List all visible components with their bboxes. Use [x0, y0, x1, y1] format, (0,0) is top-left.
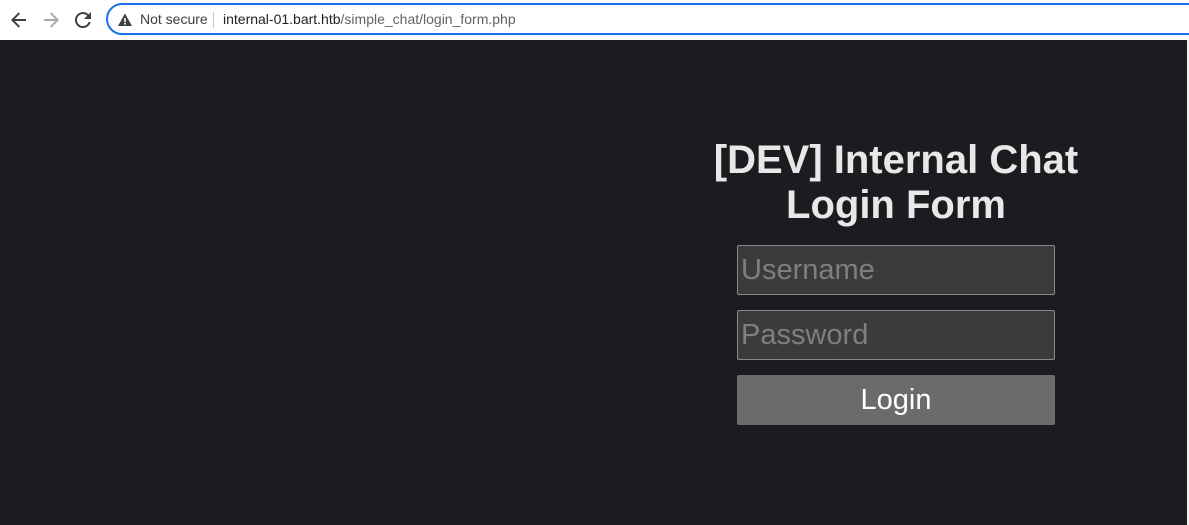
back-button[interactable] [5, 6, 33, 34]
browser-toolbar: Not secure internal-01.bart.htb/simple_c… [0, 0, 1189, 40]
url-divider [213, 12, 214, 28]
login-button[interactable]: Login [737, 375, 1055, 425]
reload-button[interactable] [69, 6, 97, 34]
url-host: internal-01.bart.htb [223, 11, 341, 27]
reload-icon [74, 12, 91, 29]
forward-button[interactable] [37, 6, 65, 34]
login-title: [DEV] Internal Chat Login Form [696, 138, 1096, 228]
password-input[interactable] [737, 310, 1055, 360]
url-text[interactable]: internal-01.bart.htb/simple_chat/login_f… [223, 11, 516, 27]
security-status-label[interactable]: Not secure [140, 11, 208, 27]
address-bar[interactable]: Not secure internal-01.bart.htb/simple_c… [106, 3, 1189, 35]
arrow-right-icon [44, 12, 59, 28]
page-content: [DEV] Internal Chat Login Form Login [0, 40, 1189, 525]
login-title-line-1: [DEV] Internal Chat [713, 138, 1079, 182]
login-title-line-2: Login Form [786, 183, 1006, 227]
warning-triangle-icon [118, 13, 132, 26]
arrow-left-icon [11, 12, 26, 28]
username-input[interactable] [737, 245, 1055, 295]
url-path: /simple_chat/login_form.php [340, 11, 516, 27]
